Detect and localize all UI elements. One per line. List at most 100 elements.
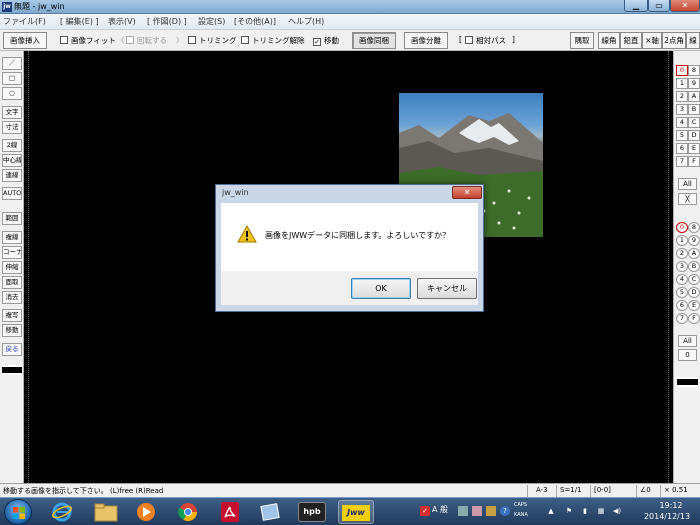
layer-value[interactable]: [0-0]: [594, 486, 611, 494]
angle-value[interactable]: ∠0: [640, 486, 651, 494]
paper-size[interactable]: A-3: [536, 486, 548, 494]
group2-right-2[interactable]: A: [688, 248, 700, 259]
ok-button[interactable]: OK: [351, 278, 411, 299]
two-point-angle-button[interactable]: 2点角: [662, 32, 686, 49]
group1-left-2[interactable]: 2: [676, 91, 688, 102]
zoom-value[interactable]: × 0.51: [664, 486, 688, 494]
dialog-close-button[interactable]: ✕: [452, 186, 482, 199]
tray-app-icon[interactable]: [472, 506, 482, 516]
tool-line[interactable]: ／: [2, 57, 22, 70]
scale-value[interactable]: S=1/1: [560, 486, 582, 494]
group2-left-1[interactable]: 1: [676, 235, 688, 246]
show-hidden-icons[interactable]: ▲: [546, 506, 556, 516]
group2-left-4[interactable]: 4: [676, 274, 688, 285]
volume-icon[interactable]: ◀): [612, 506, 622, 516]
group2-left-5[interactable]: 5: [676, 287, 688, 298]
hpb-icon[interactable]: hpb: [298, 502, 326, 522]
group1-left-7[interactable]: 7: [676, 156, 688, 167]
group2-left-7[interactable]: 7: [676, 313, 688, 324]
ime-indicator[interactable]: A 般: [432, 504, 448, 515]
tray-app-icon[interactable]: [486, 506, 496, 516]
tool-auto[interactable]: AUTO: [2, 187, 22, 200]
insert-image-button[interactable]: 画像挿入: [3, 32, 47, 49]
group1-left-3[interactable]: 3: [676, 104, 688, 115]
group1-right-7[interactable]: F: [688, 156, 700, 167]
tray-security-icon[interactable]: ✓: [420, 506, 430, 516]
clock-time[interactable]: 19:12: [646, 501, 696, 510]
tool-text[interactable]: 文字: [2, 106, 22, 119]
x-axis-button[interactable]: ×軸: [642, 32, 662, 49]
tool-chamfer[interactable]: 面取: [2, 276, 22, 289]
explorer-icon[interactable]: [88, 500, 124, 524]
tool-move[interactable]: 移動: [2, 324, 22, 337]
ie-icon[interactable]: [44, 500, 80, 524]
group1-right-1[interactable]: 9: [688, 78, 700, 89]
move-checkbox[interactable]: ✓ 移動: [313, 35, 339, 46]
group1-left-5[interactable]: 5: [676, 130, 688, 141]
vertical-button[interactable]: 鉛直: [620, 32, 642, 49]
group1-left-0[interactable]: 0: [676, 65, 688, 76]
group1-right-5[interactable]: D: [688, 130, 700, 141]
group1-right-6[interactable]: E: [688, 143, 700, 154]
media-player-icon[interactable]: [128, 500, 164, 524]
windows-start-icon[interactable]: [4, 499, 32, 525]
group1-right-3[interactable]: B: [688, 104, 700, 115]
menu-edit[interactable]: [ 編集(E) ]: [60, 16, 99, 27]
group1-left-4[interactable]: 4: [676, 117, 688, 128]
tool-corner[interactable]: コーナー: [2, 246, 22, 259]
group1-left-6[interactable]: 6: [676, 143, 688, 154]
group1-right-4[interactable]: C: [688, 117, 700, 128]
group2-right-6[interactable]: E: [688, 300, 700, 311]
tool-center-line[interactable]: 中心線: [2, 154, 22, 167]
group2-right-4[interactable]: C: [688, 274, 700, 285]
group1-left-1[interactable]: 1: [676, 78, 688, 89]
files-icon[interactable]: [252, 500, 288, 524]
group2-right-0[interactable]: 8: [688, 222, 700, 233]
tool-circle[interactable]: ○: [2, 87, 22, 100]
tool-undo[interactable]: 戻る: [2, 343, 22, 356]
minimize-button[interactable]: ▁: [624, 0, 648, 12]
group2-left-3[interactable]: 3: [676, 261, 688, 272]
line-angle-button[interactable]: 線角: [598, 32, 620, 49]
menu-draw[interactable]: [ 作図(D) ]: [147, 16, 187, 27]
tool-offset[interactable]: 複線: [2, 231, 22, 244]
group2-right-1[interactable]: 9: [688, 235, 700, 246]
group2-right-7[interactable]: F: [688, 313, 700, 324]
close-button[interactable]: ✕: [670, 0, 700, 12]
action-center-flag-icon[interactable]: ⚑: [564, 506, 574, 516]
cancel-button[interactable]: キャンセル: [417, 278, 477, 299]
layer-line-swatch[interactable]: [677, 377, 698, 387]
tool-stretch[interactable]: 伸縮: [2, 261, 22, 274]
group2-left-2[interactable]: 2: [676, 248, 688, 259]
acrobat-icon[interactable]: [212, 500, 248, 524]
tool-double-line[interactable]: 2線: [2, 139, 22, 152]
group1-right-0[interactable]: 8: [688, 65, 700, 76]
line-style-swatch[interactable]: [2, 365, 22, 375]
menu-file[interactable]: ファイル(F): [3, 16, 46, 27]
tool-connect-line[interactable]: 連線: [2, 169, 22, 182]
line-button[interactable]: 線: [686, 32, 700, 49]
fit-image-checkbox[interactable]: 画像フィット: [60, 35, 116, 46]
layer-all-button[interactable]: All: [678, 178, 697, 190]
image-split-button[interactable]: 画像分離: [404, 32, 448, 49]
image-same-button[interactable]: 画像同梱: [352, 32, 396, 49]
tool-dimension[interactable]: 寸法: [2, 121, 22, 134]
help-icon[interactable]: ?: [500, 506, 510, 516]
group2-right-3[interactable]: B: [688, 261, 700, 272]
menu-view[interactable]: 表示(V): [108, 16, 136, 27]
corner-button[interactable]: 隅取: [570, 32, 594, 49]
trimming-checkbox[interactable]: トリミング: [188, 35, 237, 46]
group2-left-0[interactable]: 0: [676, 222, 688, 233]
power-icon[interactable]: ▮: [580, 506, 590, 516]
group-all-button[interactable]: All: [678, 335, 697, 347]
menu-settings[interactable]: 設定(S): [198, 16, 225, 27]
jww-icon[interactable]: Jww: [338, 500, 374, 524]
group2-left-6[interactable]: 6: [676, 300, 688, 311]
layer-invert-button[interactable]: ╳: [678, 193, 697, 205]
tool-range[interactable]: 範囲: [2, 212, 22, 225]
rotate-checkbox[interactable]: 回転する: [126, 35, 167, 46]
tool-copy[interactable]: 複写: [2, 309, 22, 322]
tool-rectangle[interactable]: □: [2, 72, 22, 85]
network-icon[interactable]: ▦: [596, 506, 606, 516]
menu-help[interactable]: ヘルプ(H): [288, 16, 324, 27]
